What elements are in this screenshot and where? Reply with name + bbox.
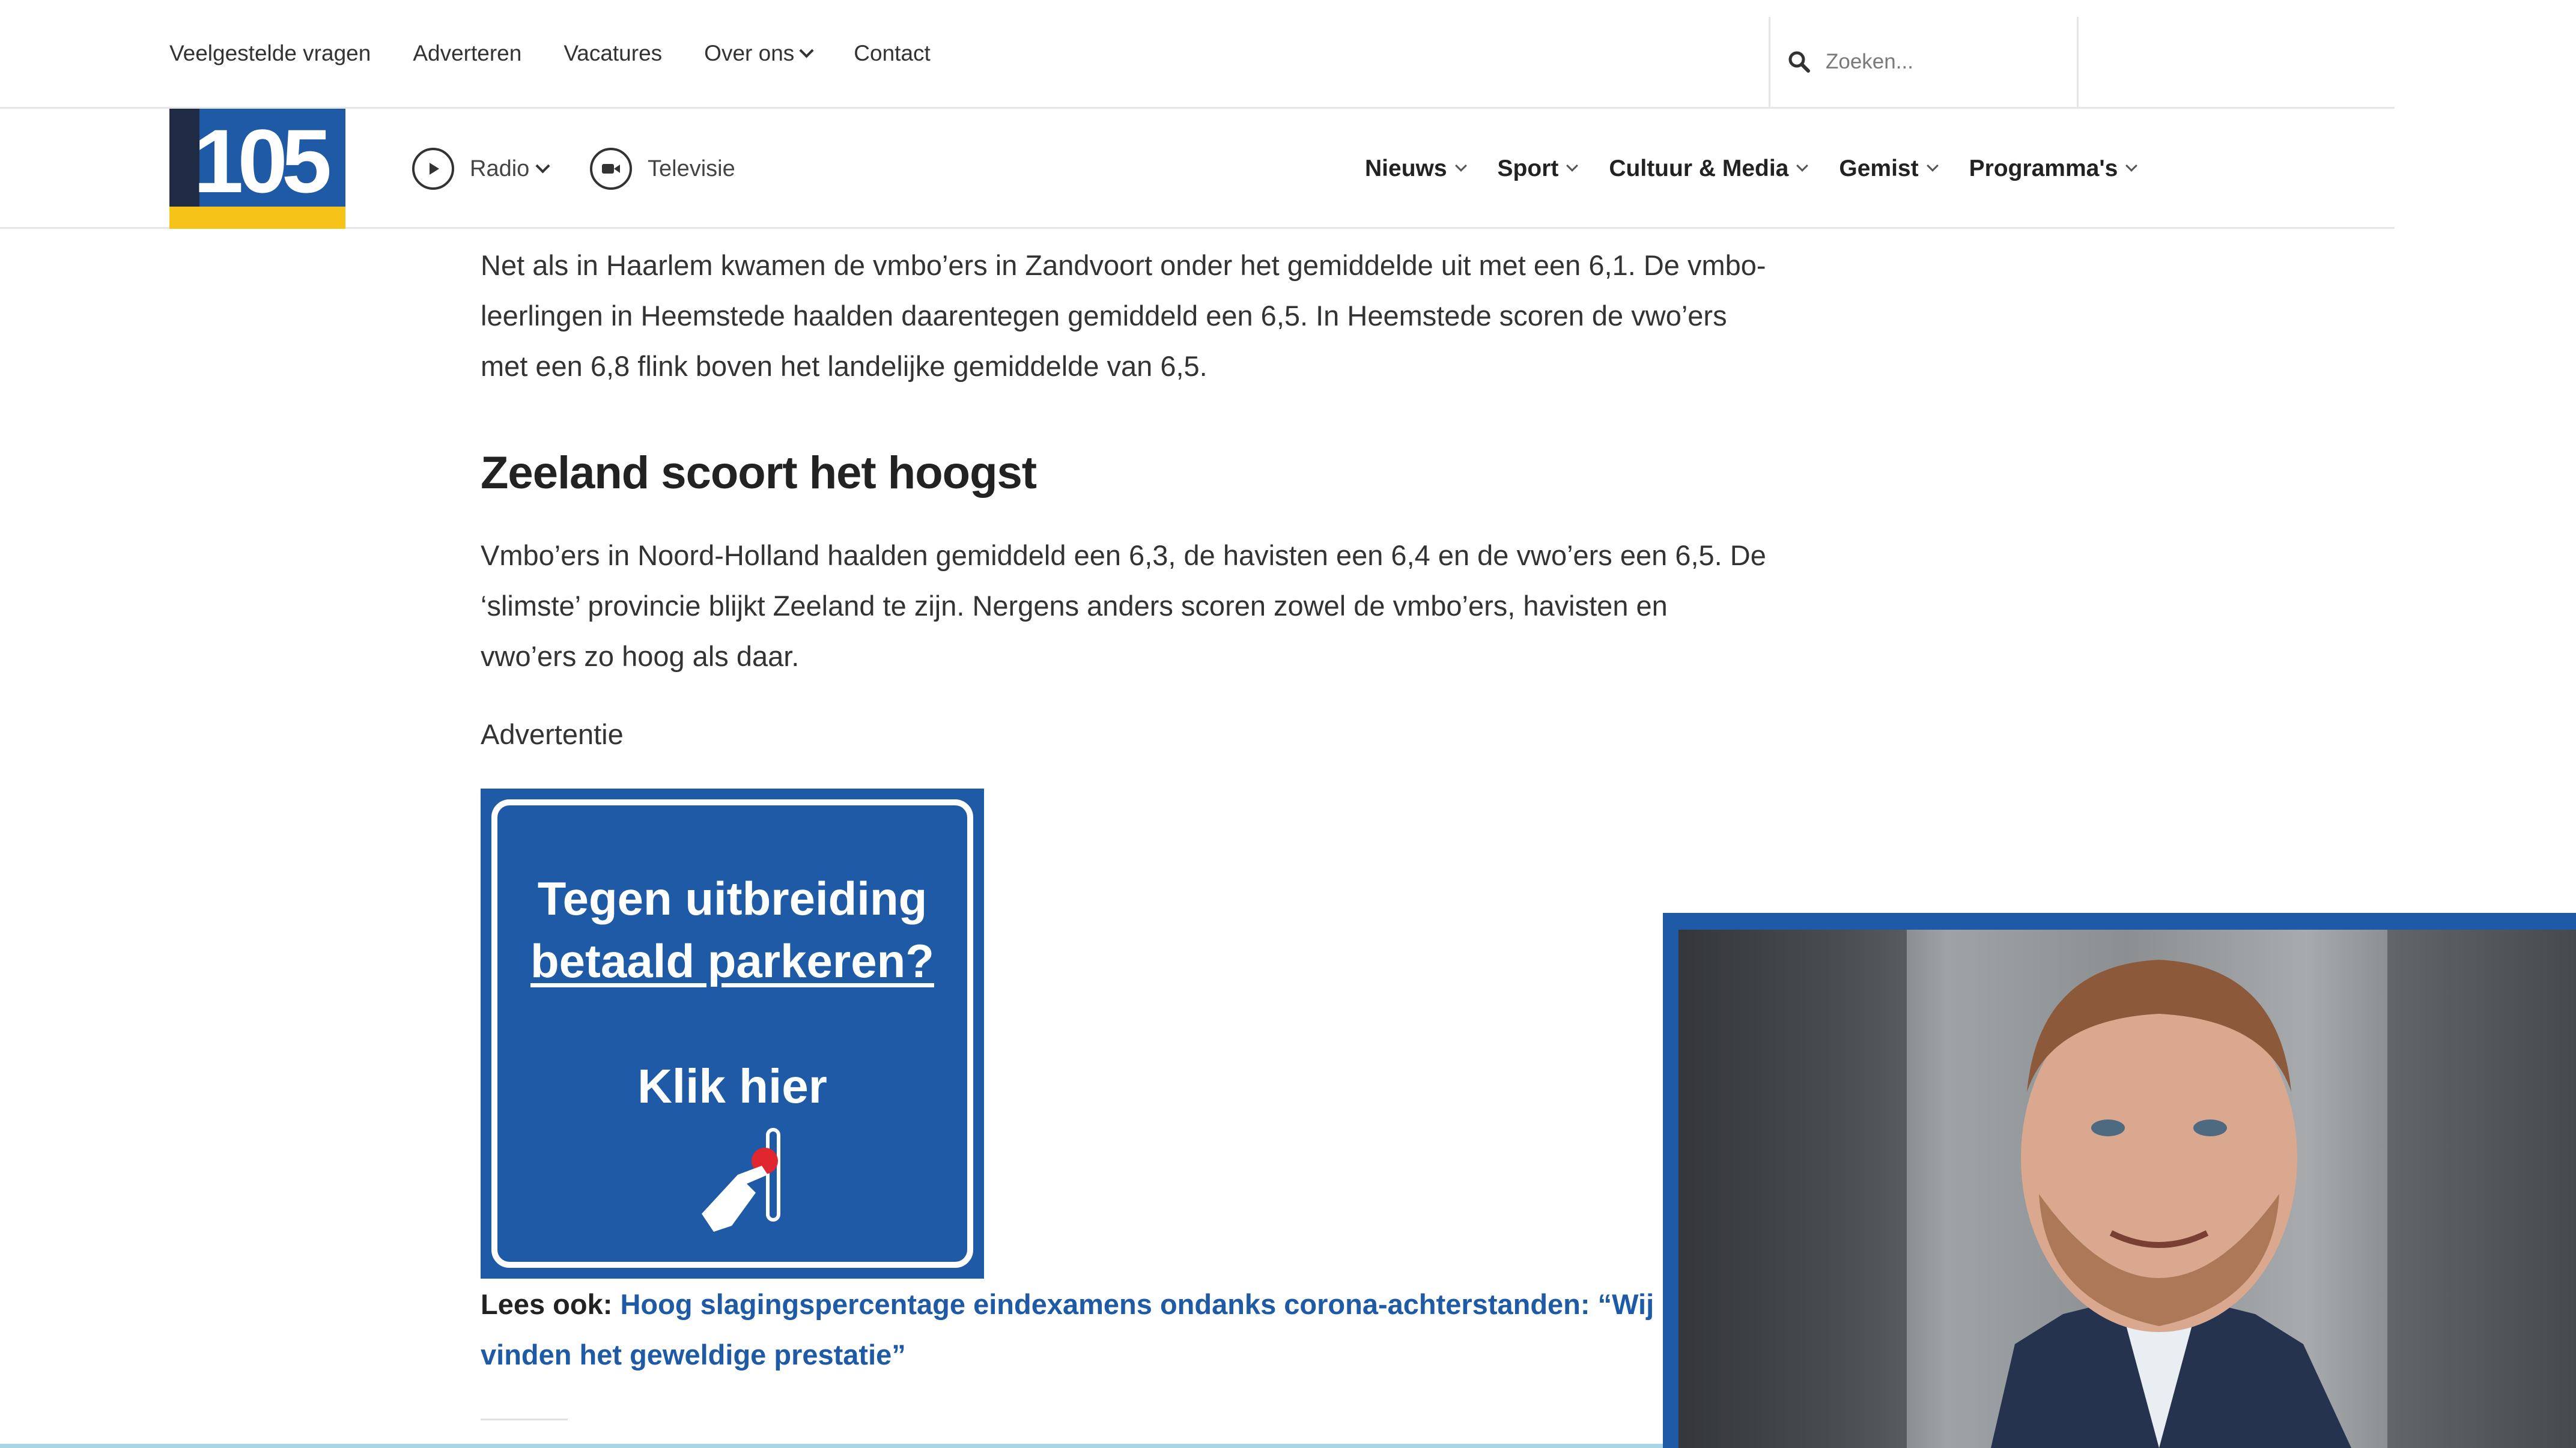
search-icon[interactable] bbox=[1787, 50, 1811, 74]
nav-label: Gemist bbox=[1839, 156, 1919, 181]
top-link-contact[interactable]: Contact bbox=[854, 41, 931, 66]
advertisement-banner[interactable]: Tegen uitbreiding betaald parkeren? Klik… bbox=[481, 789, 984, 1279]
radio-label: Radio bbox=[470, 156, 530, 181]
floating-video-player[interactable] bbox=[1663, 913, 2576, 1448]
top-link-faq[interactable]: Veelgestelde vragen bbox=[169, 41, 371, 66]
top-link-over-ons-label: Over ons bbox=[704, 41, 795, 65]
chevron-down-icon bbox=[1926, 160, 1939, 172]
nav-label: Programma's bbox=[1969, 156, 2118, 181]
ad-cta: Klik hier bbox=[637, 1059, 827, 1113]
main-nav: Nieuws Sport Cultuur & Media Gemist Prog… bbox=[1365, 109, 2138, 229]
chevron-down-icon bbox=[2125, 160, 2138, 172]
top-link-adverteren[interactable]: Adverteren bbox=[413, 41, 521, 66]
tv-label[interactable]: Televisie bbox=[648, 156, 735, 182]
ad-headline-underlined: betaald parkeren? bbox=[530, 935, 934, 987]
related-article-link[interactable]: Hoog slagingspercentage eindexamens onda… bbox=[481, 1288, 1654, 1371]
top-links: Veelgestelde vragen Adverteren Vacatures… bbox=[169, 0, 931, 107]
top-link-over-ons[interactable]: Over ons bbox=[704, 41, 814, 66]
main-header: 105 Radio Televisie Nieuws Sport Cultuur… bbox=[0, 109, 2395, 229]
chevron-down-icon bbox=[1796, 160, 1809, 172]
search-input[interactable] bbox=[1824, 49, 2055, 74]
nav-item-programmas[interactable]: Programma's bbox=[1969, 156, 2138, 182]
chevron-down-icon bbox=[799, 43, 814, 58]
tv-control[interactable]: Televisie bbox=[590, 109, 735, 229]
nav-item-sport[interactable]: Sport bbox=[1497, 156, 1579, 182]
radio-dropdown[interactable]: Radio bbox=[470, 156, 550, 182]
top-link-vacatures[interactable]: Vacatures bbox=[564, 41, 662, 66]
chevron-down-icon bbox=[535, 158, 550, 174]
article-heading: Zeeland scoort het hoogst bbox=[481, 447, 1037, 498]
play-icon[interactable] bbox=[412, 148, 454, 190]
video-frame[interactable] bbox=[1678, 930, 2576, 1448]
ad-headline: Tegen uitbreiding bbox=[537, 872, 928, 925]
article-paragraph: Vmbo’ers in Noord-Holland haalden gemidd… bbox=[481, 539, 1766, 672]
logo-text: 105 bbox=[193, 111, 332, 211]
nav-item-gemist[interactable]: Gemist bbox=[1839, 156, 1939, 182]
nav-label: Nieuws bbox=[1365, 156, 1447, 181]
nav-item-cultuur-media[interactable]: Cultuur & Media bbox=[1609, 156, 1809, 182]
related-article: Lees ook: Hoog slagingspercentage eindex… bbox=[481, 1279, 1682, 1380]
chevron-down-icon bbox=[1454, 160, 1467, 172]
presenter-portrait bbox=[1678, 930, 2576, 1448]
ad-label: Advertentie bbox=[481, 718, 624, 750]
top-utility-bar: Veelgestelde vragen Adverteren Vacatures… bbox=[0, 0, 2395, 109]
article-body: Net als in Haarlem kwamen de vmbo’ers in… bbox=[481, 240, 1766, 751]
nav-item-nieuws[interactable]: Nieuws bbox=[1365, 156, 1467, 182]
nav-label: Sport bbox=[1497, 156, 1559, 181]
video-camera-icon[interactable] bbox=[590, 148, 632, 190]
parking-meter-hand-icon bbox=[702, 1128, 780, 1232]
search-box bbox=[1769, 17, 2079, 107]
ad-border: Tegen uitbreiding betaald parkeren? Klik… bbox=[491, 799, 973, 1268]
radio-control[interactable]: Radio bbox=[412, 109, 550, 229]
logo[interactable]: 105 bbox=[169, 109, 345, 229]
article-paragraph: Net als in Haarlem kwamen de vmbo’ers in… bbox=[481, 249, 1766, 382]
chevron-down-icon bbox=[1566, 160, 1579, 172]
related-prefix: Lees ook: bbox=[481, 1288, 613, 1320]
divider bbox=[481, 1419, 568, 1420]
nav-label: Cultuur & Media bbox=[1609, 156, 1789, 181]
